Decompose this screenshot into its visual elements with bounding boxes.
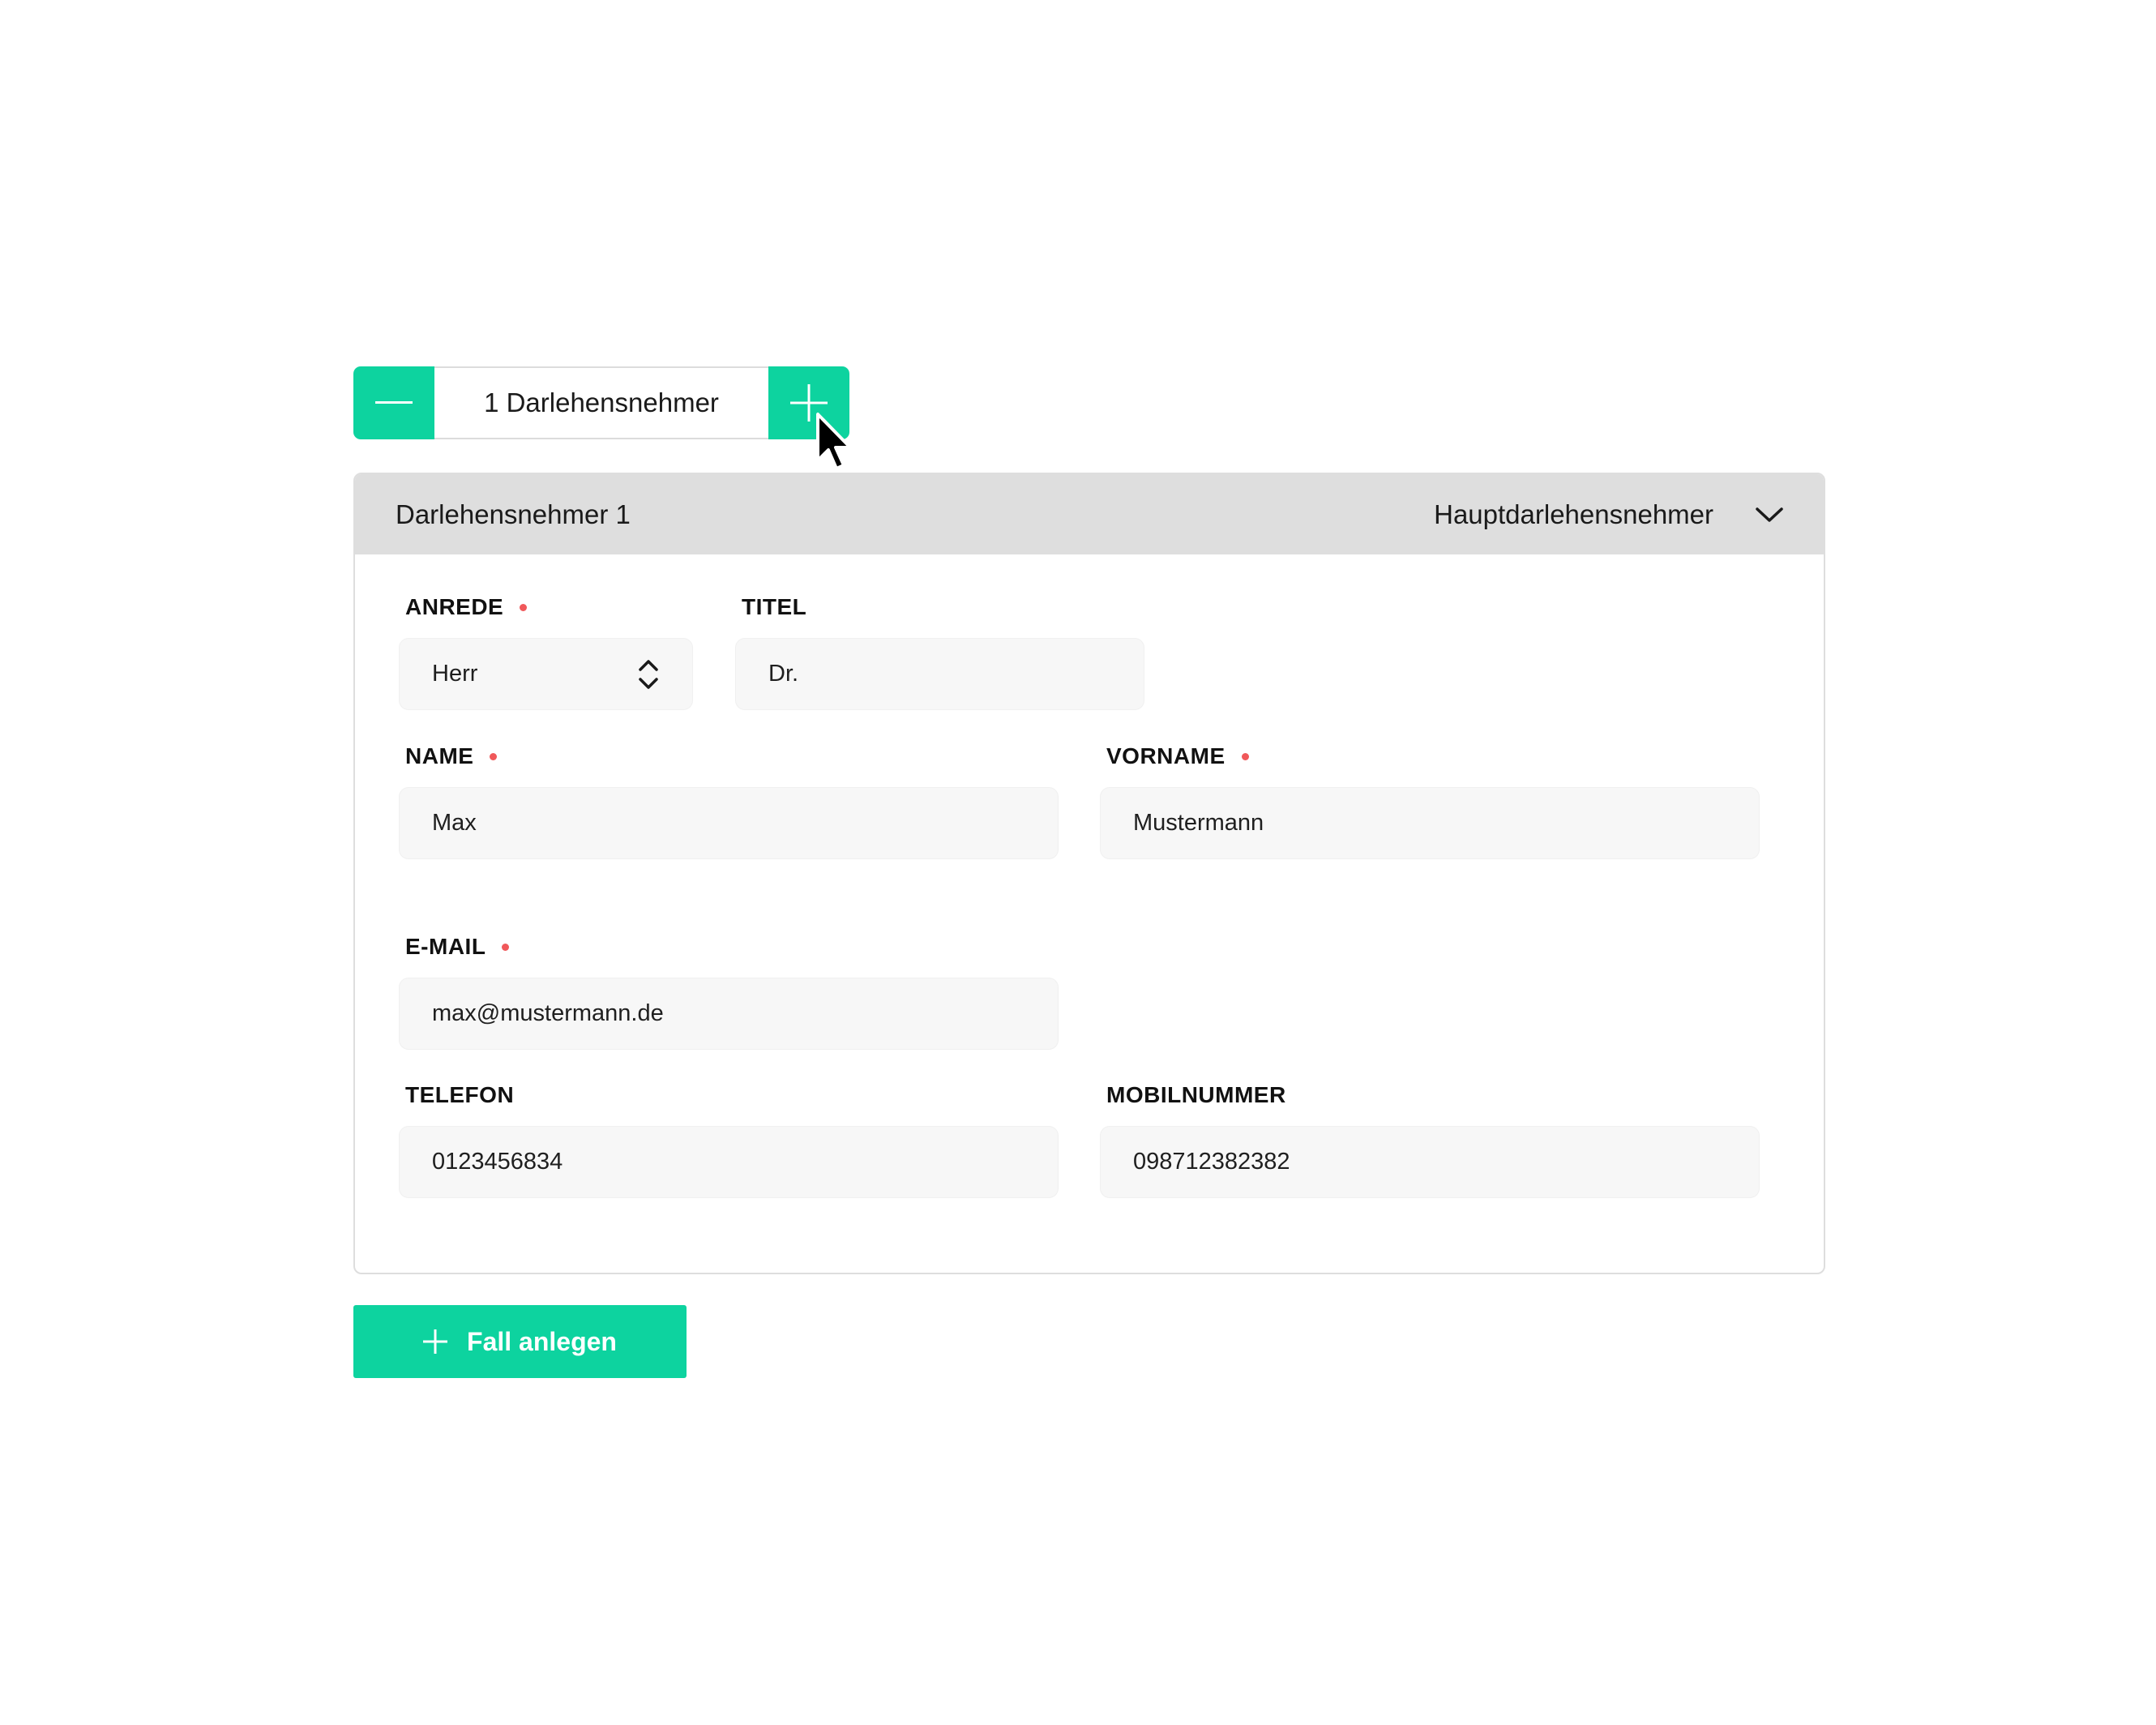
required-indicator: [490, 752, 498, 760]
vorname-label: VORNAME: [1106, 743, 1249, 769]
email-label-text: E-MAIL: [405, 934, 486, 959]
titel-label-text: TITEL: [742, 594, 807, 619]
telefon-value: 0123456834: [432, 1149, 563, 1175]
create-case-button[interactable]: Fall anlegen: [353, 1305, 687, 1378]
sort-arrows-icon: [637, 655, 660, 694]
required-indicator: [520, 603, 528, 611]
name-field[interactable]: Max: [399, 787, 1059, 859]
required-indicator: [1241, 752, 1249, 760]
mouse-cursor-icon: [816, 413, 852, 470]
titel-value: Dr.: [768, 661, 799, 687]
vorname-value: Mustermann: [1133, 810, 1264, 836]
borrower-card-header[interactable]: Darlehensnehmer 1 Hauptdarlehensnehmer: [355, 474, 1824, 554]
telefon-label-text: TELEFON: [405, 1082, 515, 1107]
required-indicator: [502, 943, 510, 951]
name-value: Max: [432, 810, 477, 836]
telefon-field[interactable]: 0123456834: [399, 1126, 1059, 1198]
name-label: NAME: [405, 743, 498, 769]
borrower-role-label: Hauptdarlehensnehmer: [1434, 499, 1713, 529]
mobilnummer-label-text: MOBILNUMMER: [1106, 1082, 1286, 1107]
plus-icon: [423, 1329, 448, 1354]
anrede-select[interactable]: Herr: [399, 638, 693, 710]
mobilnummer-value: 098712382382: [1133, 1149, 1290, 1175]
anrede-value: Herr: [432, 661, 478, 687]
borrower-count-label: 1 Darlehensnehmer: [434, 366, 768, 439]
mobilnummer-field[interactable]: 098712382382: [1100, 1126, 1760, 1198]
decrement-button[interactable]: [353, 366, 434, 439]
borrower-card-title: Darlehensnehmer 1: [396, 499, 631, 529]
borrower-card: Darlehensnehmer 1 Hauptdarlehensnehmer A…: [353, 473, 1825, 1274]
email-value: max@mustermann.de: [432, 1000, 664, 1026]
telefon-label: TELEFON: [405, 1082, 514, 1108]
titel-field[interactable]: Dr.: [735, 638, 1144, 710]
name-label-text: NAME: [405, 743, 474, 768]
mobilnummer-label: MOBILNUMMER: [1106, 1082, 1286, 1108]
minus-icon: [375, 401, 413, 404]
borrower-count-stepper: 1 Darlehensnehmer: [353, 366, 849, 439]
anrede-label: ANREDE: [405, 594, 528, 620]
anrede-label-text: ANREDE: [405, 594, 504, 619]
titel-label: TITEL: [742, 594, 806, 620]
email-field[interactable]: max@mustermann.de: [399, 978, 1059, 1050]
vorname-field[interactable]: Mustermann: [1100, 787, 1760, 859]
vorname-label-text: VORNAME: [1106, 743, 1226, 768]
email-label: E-MAIL: [405, 934, 510, 960]
create-case-label: Fall anlegen: [467, 1326, 617, 1356]
chevron-down-icon[interactable]: [1756, 506, 1783, 524]
